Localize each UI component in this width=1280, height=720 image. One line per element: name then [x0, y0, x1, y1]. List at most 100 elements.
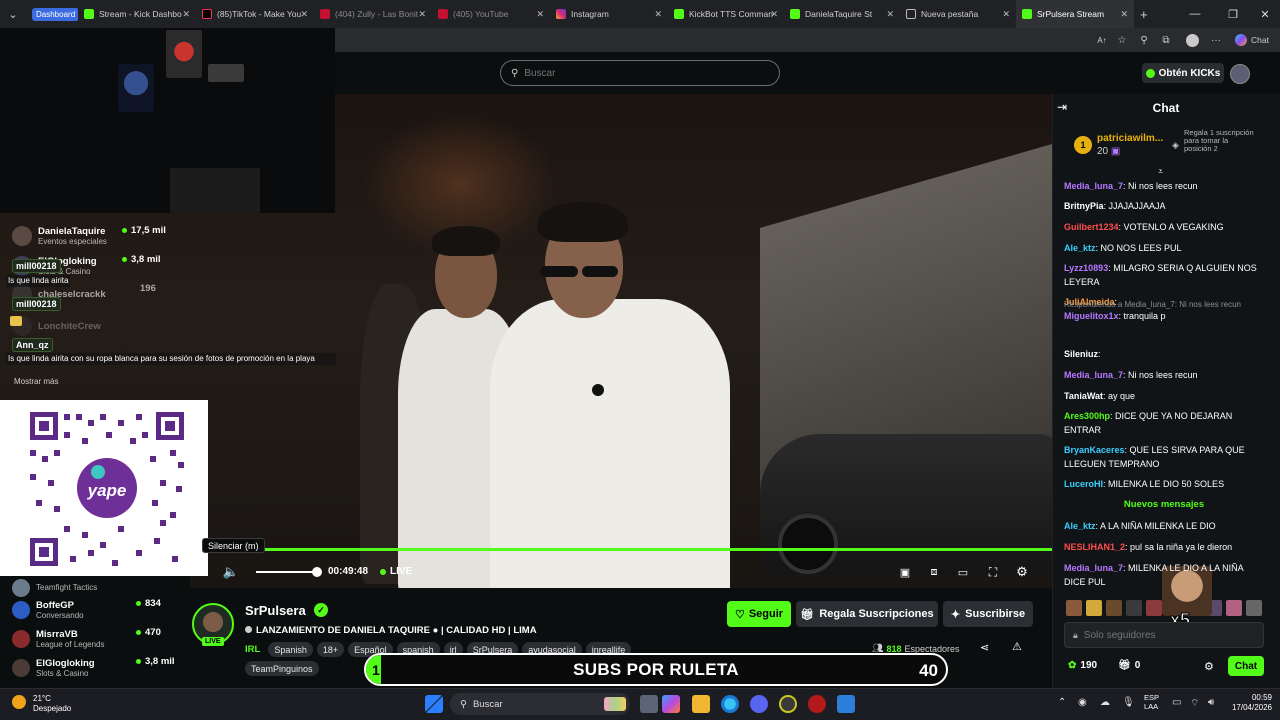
chat-username[interactable]: Media_luna_7 — [1064, 181, 1123, 191]
fullscreen-icon[interactable]: ⛶ — [984, 563, 1002, 581]
gifts-count[interactable]: 🎁︎ 0 — [1118, 660, 1140, 671]
task-view-icon[interactable] — [640, 695, 658, 713]
tray-icon[interactable]: ☁ — [1100, 697, 1110, 708]
emote-icon[interactable] — [1246, 600, 1262, 616]
chat-username[interactable]: Sileniuz — [1064, 349, 1098, 359]
app-icon[interactable] — [779, 695, 797, 713]
volume-icon[interactable]: 🔈 — [222, 563, 240, 581]
close-icon[interactable]: ✕ — [1120, 9, 1128, 20]
avatar[interactable] — [1230, 64, 1250, 84]
chat-input[interactable] — [1083, 629, 1254, 641]
copilot-chat-button[interactable]: Chat — [1232, 32, 1272, 48]
obs-icon[interactable] — [808, 695, 826, 713]
tab-actions-icon[interactable]: ⌄ — [0, 0, 26, 28]
settings-gear-icon[interactable]: ⚙ — [1013, 563, 1031, 581]
volume-tray-icon[interactable]: 🔊︎ — [1208, 697, 1214, 708]
app-icon[interactable] — [837, 695, 855, 713]
chat-username[interactable]: Ares300hp — [1064, 411, 1110, 421]
channel-name[interactable]: SrPulsera — [245, 603, 306, 618]
chat-username[interactable]: Ale_ktz — [1064, 521, 1096, 531]
more-icon[interactable]: ··· — [1208, 32, 1224, 48]
close-icon[interactable]: ✕ — [654, 9, 662, 20]
taskbar-search[interactable]: ⚲ Buscar — [450, 693, 630, 715]
chat-username[interactable]: Ale_ktz — [1064, 243, 1096, 253]
chat-username[interactable]: Media_luna_7 — [1064, 370, 1123, 380]
file-explorer-icon[interactable] — [692, 695, 710, 713]
chat-username[interactable]: Guilbert1234 — [1064, 222, 1119, 232]
tag[interactable]: TeamPinguinos — [245, 661, 319, 676]
tag[interactable]: 18+ — [316, 642, 345, 657]
edge-browser-icon[interactable] — [721, 695, 739, 713]
share-icon[interactable]: ⋖ — [980, 641, 989, 654]
video-progress-bar[interactable] — [210, 548, 1052, 551]
follow-button[interactable]: ♡ Seguir — [727, 601, 791, 627]
extensions-icon[interactable]: ⚲ — [1136, 32, 1152, 48]
expand-icon[interactable]: ⩡ — [1158, 166, 1163, 177]
close-icon[interactable]: ✕ — [770, 9, 778, 20]
chat-username[interactable]: Miguelitox1x — [1064, 311, 1119, 321]
maximize-icon[interactable]: ❐ — [1216, 0, 1250, 28]
category-link[interactable]: IRL — [245, 644, 260, 655]
gift-subs-button[interactable]: 🎁︎ Regala Suscripciones — [796, 601, 938, 627]
chat-username[interactable]: TaniaWat — [1064, 391, 1103, 401]
get-kicks-button[interactable]: Obtén KICKs — [1142, 63, 1224, 83]
show-more-link[interactable]: Mostrar más — [14, 377, 58, 386]
tab-new-tab[interactable]: Nueva pestaña ✕ — [900, 0, 1016, 28]
tab-kickbot[interactable]: KickBot TTS Comman ✕ — [668, 0, 784, 28]
close-icon[interactable]: ✕ — [536, 9, 544, 20]
tab-youtube[interactable]: (405) YouTube ✕ — [432, 0, 550, 28]
report-icon[interactable]: ⚠ — [1012, 640, 1022, 653]
new-tab-button[interactable]: + — [1134, 0, 1158, 28]
tab-youtube-zully[interactable]: (404) Zully - Las Bonit ✕ — [314, 0, 432, 28]
channel-points[interactable]: ✿ 190 — [1068, 660, 1097, 671]
search-bar[interactable]: ⚲ — [500, 60, 780, 86]
clip-icon[interactable]: ⧈ — [925, 563, 943, 581]
chat-username[interactable]: Media_luna_7 — [1064, 563, 1123, 573]
chevron-up-icon[interactable]: ⌃ — [1058, 697, 1066, 708]
weather-widget[interactable]: 21°C Despejado — [33, 694, 71, 714]
chat-username[interactable]: NESLIHAN1_2 — [1064, 542, 1125, 552]
chat-input-box[interactable]: 🔒︎ — [1064, 622, 1264, 648]
tab-srpulsera[interactable]: SrPulsera Stream ✕ — [1016, 0, 1134, 28]
close-icon[interactable]: ✕ — [182, 9, 190, 20]
emote-icon[interactable] — [1126, 600, 1142, 616]
sidebar-item[interactable]: Teamfight Tactics — [12, 576, 172, 600]
emote-icon[interactable] — [1066, 600, 1082, 616]
tab-danielataquire[interactable]: DanielaTaquire St ✕ — [784, 0, 900, 28]
tray-icon[interactable]: ◉ — [1078, 697, 1087, 708]
emote-icon[interactable] — [1086, 600, 1102, 616]
search-input[interactable] — [524, 67, 765, 79]
mini-player-icon[interactable]: ▣ — [896, 563, 914, 581]
chat-username[interactable]: LuceroHI — [1064, 479, 1103, 489]
close-icon[interactable]: ✕ — [1002, 9, 1010, 20]
emote-icon[interactable] — [1106, 600, 1122, 616]
new-messages-button[interactable]: Nuevos mensajes — [1064, 499, 1264, 510]
taskbar-clock[interactable]: 00:59 17/04/2026 — [1228, 693, 1272, 713]
wifi-icon[interactable]: ⌔ — [1190, 697, 1199, 710]
theater-mode-icon[interactable]: ▭ — [954, 563, 972, 581]
chat-settings-icon[interactable]: ⚙ — [1204, 660, 1214, 673]
windows-start-icon[interactable] — [425, 695, 443, 713]
emote-icon[interactable] — [1226, 600, 1242, 616]
tab-dashboard[interactable]: Dashboard — [26, 0, 78, 28]
subscribe-button[interactable]: ✦ Suscribirse — [943, 601, 1033, 627]
favorite-icon[interactable]: ☆ — [1114, 32, 1130, 48]
chat-username[interactable]: Lyzz10893 — [1064, 263, 1108, 273]
profile-icon[interactable] — [1184, 32, 1200, 48]
tab-tiktok[interactable]: (85)TikTok - Make You ✕ — [196, 0, 314, 28]
chat-send-button[interactable]: Chat — [1228, 656, 1264, 676]
emote-icon[interactable] — [1146, 600, 1162, 616]
leaderboard-user[interactable]: patriciawilm... — [1097, 133, 1163, 144]
language-indicator[interactable]: ESP LAA — [1144, 693, 1159, 711]
gift-prompt[interactable]: Regala 1 suscripción para tomar la posic… — [1184, 129, 1254, 153]
volume-slider-handle[interactable] — [312, 567, 322, 577]
collections-icon[interactable]: ⧉ — [1158, 32, 1174, 48]
copilot-app-icon[interactable] — [662, 695, 680, 713]
close-window-icon[interactable]: ✕ — [1248, 0, 1280, 28]
display-icon[interactable]: ▭ — [1172, 697, 1181, 708]
weather-icon[interactable] — [12, 695, 26, 709]
tag[interactable]: Spanish — [268, 642, 313, 657]
read-aloud-icon[interactable]: A↑ — [1094, 32, 1110, 48]
chat-username[interactable]: BritnyPia — [1064, 201, 1104, 211]
close-icon[interactable]: ✕ — [418, 9, 426, 20]
